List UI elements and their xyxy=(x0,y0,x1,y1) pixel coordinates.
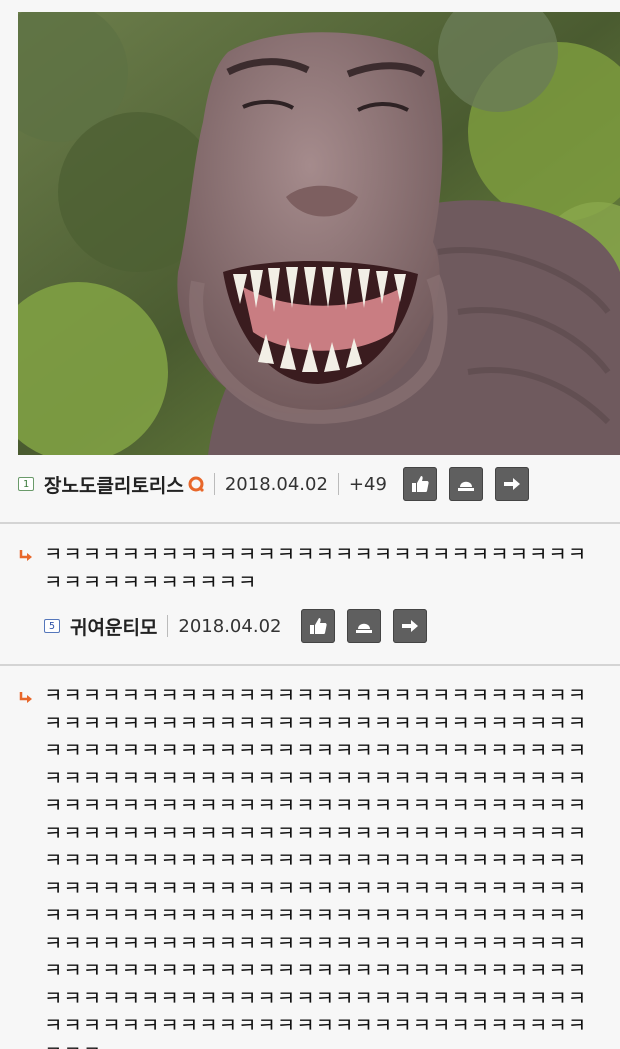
ring-badge-icon xyxy=(188,476,204,492)
report-button[interactable] xyxy=(347,609,382,643)
divider-bar xyxy=(167,615,169,637)
section-divider xyxy=(0,664,620,666)
author-nickname[interactable]: 장노도클리토리스 xyxy=(44,471,184,498)
thumbs-up-icon xyxy=(310,618,328,634)
score-count: +49 xyxy=(348,473,387,495)
post-date: 2018.04.02 xyxy=(224,473,328,495)
like-button[interactable] xyxy=(402,467,437,501)
divider-bar xyxy=(337,473,339,495)
post-image[interactable] xyxy=(18,12,620,455)
arrow-right-icon xyxy=(503,478,520,490)
dinosaur-photo xyxy=(18,12,620,455)
reply-arrow-icon xyxy=(18,548,34,564)
level-badge: 5 xyxy=(44,619,60,633)
share-button[interactable] xyxy=(393,609,428,643)
comment-author-nickname[interactable]: 귀여운티모 xyxy=(70,613,157,640)
arrow-right-icon xyxy=(402,620,419,632)
siren-icon xyxy=(457,481,474,491)
divider-bar xyxy=(213,473,215,495)
comment-text: ㅋㅋㅋㅋㅋㅋㅋㅋㅋㅋㅋㅋㅋㅋㅋㅋㅋㅋㅋㅋㅋㅋㅋㅋㅋㅋㅋㅋㅋㅋㅋㅋㅋㅋㅋㅋㅋㅋㅋㅋ… xyxy=(44,683,588,1049)
reply-arrow-icon xyxy=(18,690,34,706)
level-badge: 1 xyxy=(18,477,34,491)
share-button[interactable] xyxy=(494,467,529,501)
report-button[interactable] xyxy=(448,467,483,501)
comment-text: ㅋㅋㅋㅋㅋㅋㅋㅋㅋㅋㅋㅋㅋㅋㅋㅋㅋㅋㅋㅋㅋㅋㅋㅋㅋㅋㅋㅋㅋㅋㅋㅋㅋㅋㅋㅋㅋㅋㅋ xyxy=(44,542,588,594)
post-meta: 1 장노도클리토리스 2018.04.02 +49 xyxy=(18,466,541,502)
section-divider xyxy=(0,522,620,524)
comment-meta: 5 귀여운티모 2018.04.02 xyxy=(44,608,439,644)
thumbs-up-icon xyxy=(411,476,429,492)
comment-date: 2018.04.02 xyxy=(178,615,282,637)
siren-icon xyxy=(356,623,373,633)
like-button[interactable] xyxy=(301,609,336,643)
